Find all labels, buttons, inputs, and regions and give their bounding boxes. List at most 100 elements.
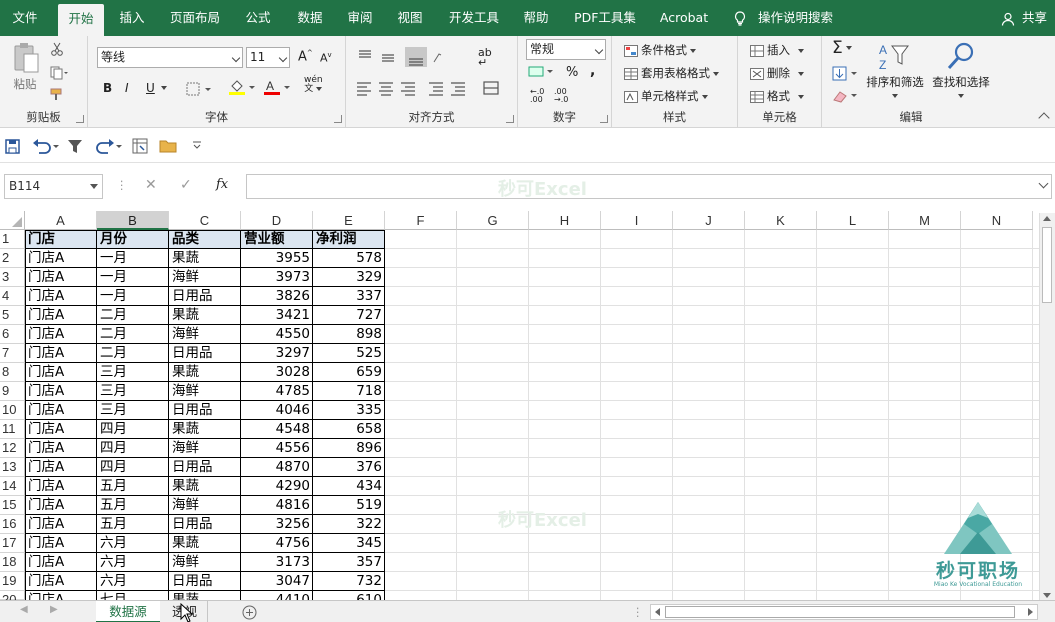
horizontal-scroll-thumb[interactable] xyxy=(665,606,1015,618)
table-cell[interactable]: 610 xyxy=(313,591,385,600)
row-header[interactable]: 17 xyxy=(0,534,25,553)
table-cell[interactable]: 门店A xyxy=(25,496,97,515)
undo-icon[interactable] xyxy=(32,137,60,155)
table-cell[interactable]: 3028 xyxy=(241,363,313,382)
tab-formulas[interactable]: 公式 xyxy=(240,0,276,36)
table-cell[interactable]: 337 xyxy=(313,287,385,306)
scroll-up-icon[interactable] xyxy=(1043,216,1051,221)
table-cell[interactable]: 门店A xyxy=(25,325,97,344)
table-cell[interactable]: 门店A xyxy=(25,572,97,591)
table-cell[interactable]: 四月 xyxy=(97,439,169,458)
column-header-e[interactable]: E xyxy=(313,211,385,230)
row-header[interactable]: 1 xyxy=(0,230,25,249)
row-header[interactable]: 2 xyxy=(0,249,25,268)
customize-qat-icon[interactable] xyxy=(192,141,202,151)
column-header-b[interactable]: B xyxy=(97,211,169,230)
table-cell[interactable]: 3973 xyxy=(241,268,313,287)
font-size-select[interactable]: 11 xyxy=(246,47,290,68)
sort-filter-button[interactable]: 排序和筛选 xyxy=(862,76,928,102)
formula-bar-menu-icon[interactable]: ⋮ xyxy=(116,178,128,192)
table-cell[interactable]: 四月 xyxy=(97,420,169,439)
table-cell[interactable]: 海鲜 xyxy=(169,268,241,287)
font-color-icon[interactable]: A xyxy=(263,78,291,96)
table-header-cell[interactable]: 门店 xyxy=(25,230,97,249)
column-header-g[interactable]: G xyxy=(457,211,529,230)
redo-icon[interactable] xyxy=(94,137,122,155)
decrease-font-icon[interactable]: Av xyxy=(320,51,332,65)
table-cell[interactable]: 六月 xyxy=(97,572,169,591)
scroll-left-icon[interactable] xyxy=(655,608,660,616)
tab-data[interactable]: 数据 xyxy=(292,0,328,36)
table-cell[interactable]: 果蔬 xyxy=(169,249,241,268)
table-cell[interactable]: 果蔬 xyxy=(169,477,241,496)
table-cell[interactable]: 门店A xyxy=(25,268,97,287)
row-header[interactable]: 8 xyxy=(0,363,25,382)
table-cell[interactable]: 3421 xyxy=(241,306,313,325)
delete-cells-button[interactable]: 删除 xyxy=(750,65,804,81)
table-cell[interactable]: 日用品 xyxy=(169,287,241,306)
table-cell[interactable]: 门店A xyxy=(25,553,97,572)
table-cell[interactable]: 门店A xyxy=(25,344,97,363)
font-name-select[interactable]: 等线 xyxy=(97,47,243,68)
table-cell[interactable]: 4816 xyxy=(241,496,313,515)
table-cell[interactable]: 三月 xyxy=(97,401,169,420)
table-header-cell[interactable]: 品类 xyxy=(169,230,241,249)
table-cell[interactable]: 525 xyxy=(313,344,385,363)
border-icon[interactable] xyxy=(186,82,212,96)
find-select-button[interactable]: 查找和选择 xyxy=(928,76,994,102)
tell-me-search[interactable]: 操作说明搜索 xyxy=(734,0,833,36)
table-cell[interactable]: 果蔬 xyxy=(169,306,241,325)
column-header-i[interactable]: I xyxy=(601,211,673,230)
table-cell[interactable]: 二月 xyxy=(97,306,169,325)
table-cell[interactable]: 海鲜 xyxy=(169,439,241,458)
table-cell[interactable]: 3256 xyxy=(241,515,313,534)
table-cell[interactable]: 727 xyxy=(313,306,385,325)
table-cell[interactable]: 322 xyxy=(313,515,385,534)
pivot-refresh-icon[interactable] xyxy=(132,138,148,154)
table-cell[interactable]: 4870 xyxy=(241,458,313,477)
table-cell[interactable]: 4046 xyxy=(241,401,313,420)
column-header-k[interactable]: K xyxy=(745,211,817,230)
wrap-text-icon[interactable]: ab ↵ xyxy=(478,47,492,68)
table-cell[interactable]: 日用品 xyxy=(169,458,241,477)
tab-developer[interactable]: 开发工具 xyxy=(444,0,504,36)
clipboard-launcher[interactable] xyxy=(76,115,84,123)
table-cell[interactable]: 海鲜 xyxy=(169,382,241,401)
insert-cells-button[interactable]: 插入 xyxy=(750,42,804,58)
row-header[interactable]: 7 xyxy=(0,344,25,363)
row-header[interactable]: 4 xyxy=(0,287,25,306)
decrease-decimal-icon[interactable]: .00 →.0 xyxy=(554,88,568,104)
table-cell[interactable]: 329 xyxy=(313,268,385,287)
prev-sheet-icon[interactable]: ◀ xyxy=(20,604,28,615)
row-header[interactable]: 3 xyxy=(0,268,25,287)
table-cell[interactable]: 门店A xyxy=(25,249,97,268)
tab-page-layout[interactable]: 页面布局 xyxy=(166,0,224,36)
table-cell[interactable]: 六月 xyxy=(97,553,169,572)
table-header-cell[interactable]: 净利润 xyxy=(313,230,385,249)
table-cell[interactable]: 3297 xyxy=(241,344,313,363)
table-cell[interactable]: 门店A xyxy=(25,420,97,439)
table-cell[interactable]: 日用品 xyxy=(169,344,241,363)
row-header[interactable]: 6 xyxy=(0,325,25,344)
number-format-select[interactable]: 常规 xyxy=(526,39,606,60)
font-launcher[interactable] xyxy=(334,115,342,123)
table-cell[interactable]: 门店A xyxy=(25,477,97,496)
paste-icon[interactable] xyxy=(12,42,40,76)
table-cell[interactable]: 3955 xyxy=(241,249,313,268)
table-cell[interactable]: 345 xyxy=(313,534,385,553)
table-cell[interactable]: 日用品 xyxy=(169,515,241,534)
increase-decimal-icon[interactable]: ←.0.00 xyxy=(530,88,544,104)
tab-file[interactable]: 文件 xyxy=(4,0,46,36)
column-header-j[interactable]: J xyxy=(673,211,745,230)
italic-button[interactable]: I xyxy=(125,81,129,95)
table-cell[interactable]: 三月 xyxy=(97,363,169,382)
find-icon[interactable] xyxy=(946,40,976,72)
add-sheet-icon[interactable] xyxy=(242,605,257,620)
column-header-d[interactable]: D xyxy=(241,211,313,230)
vertical-scrollbar[interactable] xyxy=(1039,213,1055,600)
table-cell[interactable]: 3047 xyxy=(241,572,313,591)
vertical-scroll-thumb[interactable] xyxy=(1042,227,1052,303)
autosum-button[interactable]: Σ xyxy=(832,38,852,58)
table-cell[interactable]: 一月 xyxy=(97,249,169,268)
tab-acrobat[interactable]: Acrobat xyxy=(656,0,712,36)
